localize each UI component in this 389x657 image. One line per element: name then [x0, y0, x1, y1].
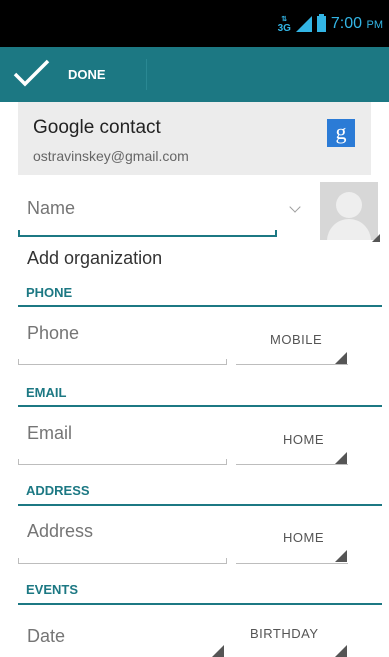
phone-type-underline: [236, 364, 348, 365]
avatar-head-shape: [336, 192, 362, 218]
name-underline-right-tick: [275, 230, 277, 235]
email-underline-right-tick: [226, 459, 227, 464]
account-type-label: Google contact: [33, 117, 161, 138]
add-organization-button[interactable]: Add organization: [27, 248, 162, 269]
events-section-header: EVENTS: [26, 582, 79, 597]
phone-type-spinner[interactable]: MOBILE: [270, 332, 322, 347]
email-type-dropdown-icon: [335, 452, 347, 464]
phone-type-dropdown-icon: [335, 352, 347, 364]
phone-underline-left-tick: [18, 359, 19, 364]
phone-underline-right-tick: [226, 359, 227, 364]
event-date-dropdown-icon: [212, 645, 224, 657]
email-underline: [18, 464, 227, 465]
google-account-icon: g: [327, 119, 355, 147]
address-type-underline: [236, 563, 348, 564]
event-type-spinner[interactable]: BIRTHDAY: [250, 626, 319, 641]
email-section-header: EMAIL: [26, 385, 67, 400]
photo-menu-indicator-icon: [372, 234, 380, 242]
address-type-dropdown-icon: [335, 550, 347, 562]
phone-field[interactable]: Phone: [27, 323, 79, 344]
event-type-dropdown-icon: [335, 645, 347, 657]
name-underline-left-tick: [18, 230, 20, 235]
status-icons: ⇅ 3G 7:00 PM: [278, 0, 383, 47]
name-underline: [18, 235, 277, 237]
check-icon: [13, 59, 50, 87]
email-section-divider: [18, 405, 382, 407]
avatar-body-shape: [327, 219, 371, 240]
address-underline-left-tick: [18, 558, 19, 563]
phone-underline: [18, 364, 227, 365]
email-type-underline: [236, 464, 348, 465]
done-button[interactable]: DONE: [0, 47, 146, 102]
account-header[interactable]: Google contact ostravinskey@gmail.com g: [18, 102, 371, 175]
done-label: DONE: [68, 67, 106, 82]
email-field[interactable]: Email: [27, 423, 72, 444]
contact-photo[interactable]: [320, 182, 378, 240]
address-field[interactable]: Address: [27, 521, 93, 542]
action-bar-divider: [146, 59, 147, 90]
address-underline-right-tick: [226, 558, 227, 563]
email-type-spinner[interactable]: HOME: [283, 432, 324, 447]
signal-icon: [295, 15, 312, 32]
address-section-header: ADDRESS: [26, 483, 90, 498]
action-bar: DONE: [0, 47, 389, 102]
name-field[interactable]: Name: [27, 198, 75, 219]
network-type-icon: ⇅ 3G: [277, 15, 291, 34]
account-email: ostravinskey@gmail.com: [33, 148, 189, 164]
address-section-divider: [18, 504, 382, 506]
address-type-spinner[interactable]: HOME: [283, 530, 324, 545]
status-bar: ⇅ 3G 7:00 PM: [0, 0, 389, 47]
events-section-divider: [18, 603, 382, 605]
phone-section-header: PHONE: [26, 285, 73, 300]
event-date-field[interactable]: Date: [27, 626, 65, 647]
status-clock: 7:00 PM: [330, 14, 383, 32]
email-underline-left-tick: [18, 459, 19, 464]
battery-icon: [316, 13, 326, 32]
phone-section-divider: [18, 305, 382, 307]
address-underline: [18, 563, 227, 564]
expand-name-chevron-icon[interactable]: [289, 201, 301, 213]
